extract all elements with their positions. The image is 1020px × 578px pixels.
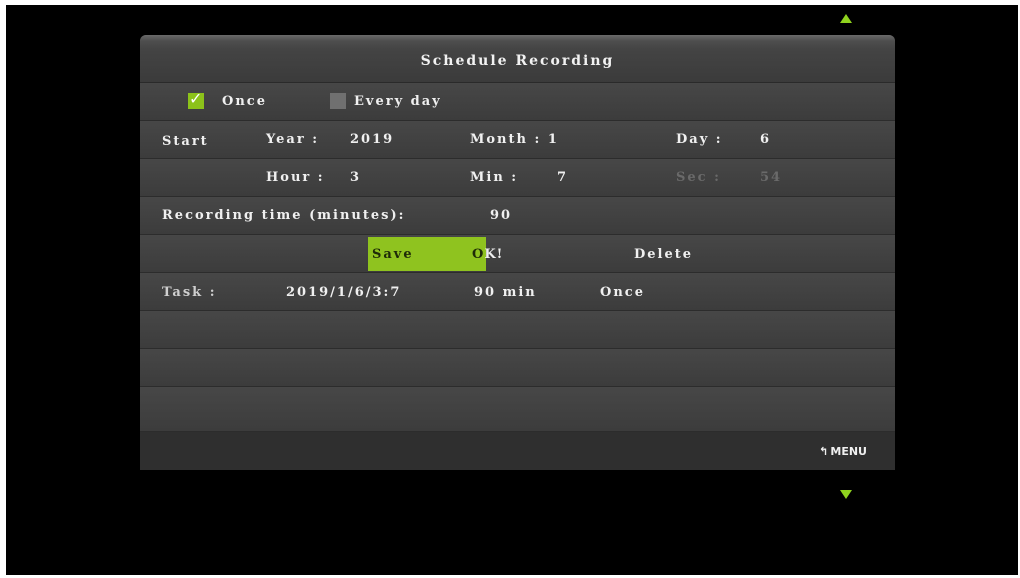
task-row-empty — [140, 387, 895, 432]
year-label: Year : — [266, 132, 320, 147]
sec-value: 54 — [760, 170, 783, 185]
return-arrow-icon: ↰ — [819, 445, 829, 458]
task-row-empty — [140, 349, 895, 387]
hour-value[interactable]: 3 — [350, 170, 361, 185]
task-repeat: Once — [600, 285, 645, 300]
recording-time-label: Recording time (minutes): — [162, 208, 406, 223]
footer-bar: ↰ MENU — [140, 432, 895, 470]
title-bar: Schedule Recording — [140, 35, 895, 83]
status-message-rest: K! — [484, 247, 504, 262]
start-label: Start — [162, 134, 209, 149]
save-button[interactable]: Save — [368, 237, 486, 271]
task-row-empty — [140, 311, 895, 349]
start-date-row: Start Year : 2019 Month : 1 Day : 6 — [140, 121, 895, 159]
task-row[interactable]: Task : 2019/1/6/3:7 90 min Once — [140, 273, 895, 311]
recording-time-value[interactable]: 90 — [490, 208, 512, 223]
scroll-up-arrow-icon[interactable] — [840, 14, 852, 23]
checkmark-icon: ✓ — [189, 89, 203, 108]
min-value[interactable]: 7 — [557, 170, 568, 185]
every-day-checkbox[interactable] — [330, 93, 346, 109]
month-field[interactable]: Month : 1 — [470, 132, 559, 147]
save-button-label: Save — [372, 247, 414, 262]
menu-label: MENU — [830, 445, 867, 458]
every-day-label[interactable]: Every day — [354, 94, 442, 109]
delete-button[interactable]: Delete — [634, 247, 693, 262]
mode-row: ✓ Once Every day — [140, 83, 895, 121]
page-title: Schedule Recording — [420, 53, 615, 69]
task-datetime: 2019/1/6/3:7 — [286, 285, 402, 300]
task-label: Task : — [162, 285, 217, 300]
hour-label: Hour : — [266, 170, 325, 185]
once-label[interactable]: Once — [222, 94, 267, 109]
day-value[interactable]: 6 — [760, 132, 771, 147]
schedule-recording-panel: Schedule Recording ✓ Once Every day Star… — [140, 35, 895, 470]
start-time-row: Hour : 3 Min : 7 Sec : 54 — [140, 159, 895, 197]
sec-label: Sec : — [676, 170, 721, 185]
once-checkbox[interactable]: ✓ — [188, 89, 204, 109]
min-label: Min : — [470, 170, 519, 185]
status-message-first: O — [472, 247, 485, 262]
task-duration: 90 min — [474, 285, 537, 300]
day-label: Day : — [676, 132, 723, 147]
status-message: OK! — [472, 247, 503, 262]
scroll-down-arrow-icon[interactable] — [840, 490, 852, 499]
year-value[interactable]: 2019 — [350, 132, 394, 147]
actions-row: Save OK! Delete — [140, 235, 895, 273]
menu-button[interactable]: ↰ MENU — [819, 445, 867, 458]
recording-time-row: Recording time (minutes): 90 — [140, 197, 895, 235]
